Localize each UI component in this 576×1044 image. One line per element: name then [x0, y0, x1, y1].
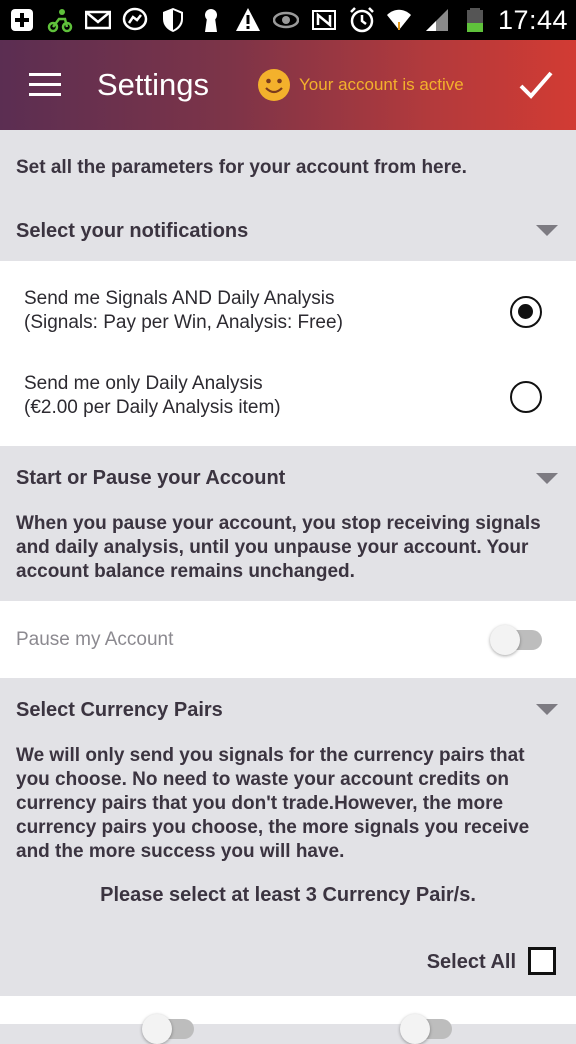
notifications-panel: Send me Signals AND Daily Analysis (Sign…	[0, 261, 576, 446]
page-title: Settings	[97, 67, 210, 102]
collapse-triangle-icon	[536, 473, 558, 484]
status-bar: 17:44	[0, 0, 576, 40]
currency-description: We will only send you signals for the cu…	[0, 744, 576, 864]
wifi-icon	[385, 5, 414, 35]
eye-icon	[272, 5, 301, 35]
battery-icon	[460, 5, 489, 35]
pause-account-label: Pause my Account	[16, 629, 174, 650]
currency-pairs-list	[0, 996, 576, 1044]
description-line: currency pairs that you don't trade.Howe…	[16, 793, 504, 814]
alarm-icon	[347, 5, 376, 35]
account-description: When you pause your account, you stop re…	[0, 512, 576, 584]
shield-icon	[159, 5, 188, 35]
currency-header-label: Select Currency Pairs	[16, 699, 223, 721]
mail-icon	[83, 5, 112, 35]
select-all-label: Select All	[426, 951, 516, 973]
description-line: We will only send you signals for the cu…	[16, 745, 525, 766]
confirm-check-icon[interactable]	[518, 68, 554, 102]
menu-icon[interactable]	[29, 73, 61, 97]
pause-account-toggle[interactable]	[490, 625, 542, 655]
messenger-icon	[121, 5, 150, 35]
description-line: currency pairs you choose, the more sign…	[16, 817, 530, 838]
signal-icon	[423, 5, 452, 35]
status-time: 17:44	[497, 4, 569, 35]
scooter-icon	[46, 5, 75, 35]
option-line-2: (Signals: Pay per Win, Analysis: Free)	[24, 312, 343, 333]
pause-account-row: Pause my Account	[0, 601, 576, 678]
option-line-1: Send me only Daily Analysis	[24, 373, 263, 394]
plus-box-icon	[8, 5, 37, 35]
smiley-icon	[258, 69, 290, 101]
description-line: you choose. No need to waste your accoun…	[16, 769, 510, 790]
description-line: and daily analysis, until you unpause yo…	[16, 537, 529, 558]
radio-button[interactable]	[510, 381, 542, 413]
description-line: account balance remains unchanged.	[16, 561, 355, 582]
collapse-triangle-icon	[536, 225, 558, 236]
notifications-header[interactable]: Select your notifications	[0, 202, 576, 260]
currency-pair-toggle[interactable]	[400, 1014, 452, 1044]
warning-icon	[234, 5, 263, 35]
nfc-icon	[310, 5, 339, 35]
collapse-triangle-icon	[536, 704, 558, 715]
minimum-selection-note: Please select at least 3 Currency Pair/s…	[100, 884, 476, 906]
option-daily-analysis-only[interactable]: Send me only Daily Analysis (€2.00 per D…	[0, 372, 576, 456]
select-all-checkbox[interactable]	[528, 947, 556, 975]
description-line: When you pause your account, you stop re…	[16, 513, 541, 534]
notifications-header-label: Select your notifications	[16, 220, 249, 242]
keyhole-icon	[196, 5, 225, 35]
account-header-label: Start or Pause your Account	[16, 467, 286, 489]
app-bar: Settings Your account is active	[0, 40, 576, 130]
description-line: and the more success you will have.	[16, 841, 345, 862]
account-status: Your account is active	[299, 75, 464, 94]
option-line-2: (€2.00 per Daily Analysis item)	[24, 397, 281, 418]
account-header[interactable]: Start or Pause your Account	[0, 449, 576, 507]
radio-button-selected[interactable]	[510, 296, 542, 328]
currency-pair-toggle[interactable]	[142, 1014, 194, 1044]
intro-text: Set all the parameters for your account …	[0, 130, 576, 202]
currency-header[interactable]: Select Currency Pairs	[0, 681, 576, 739]
option-line-1: Send me Signals AND Daily Analysis	[24, 288, 335, 309]
option-signals-and-analysis[interactable]: Send me Signals AND Daily Analysis (Sign…	[0, 287, 576, 371]
